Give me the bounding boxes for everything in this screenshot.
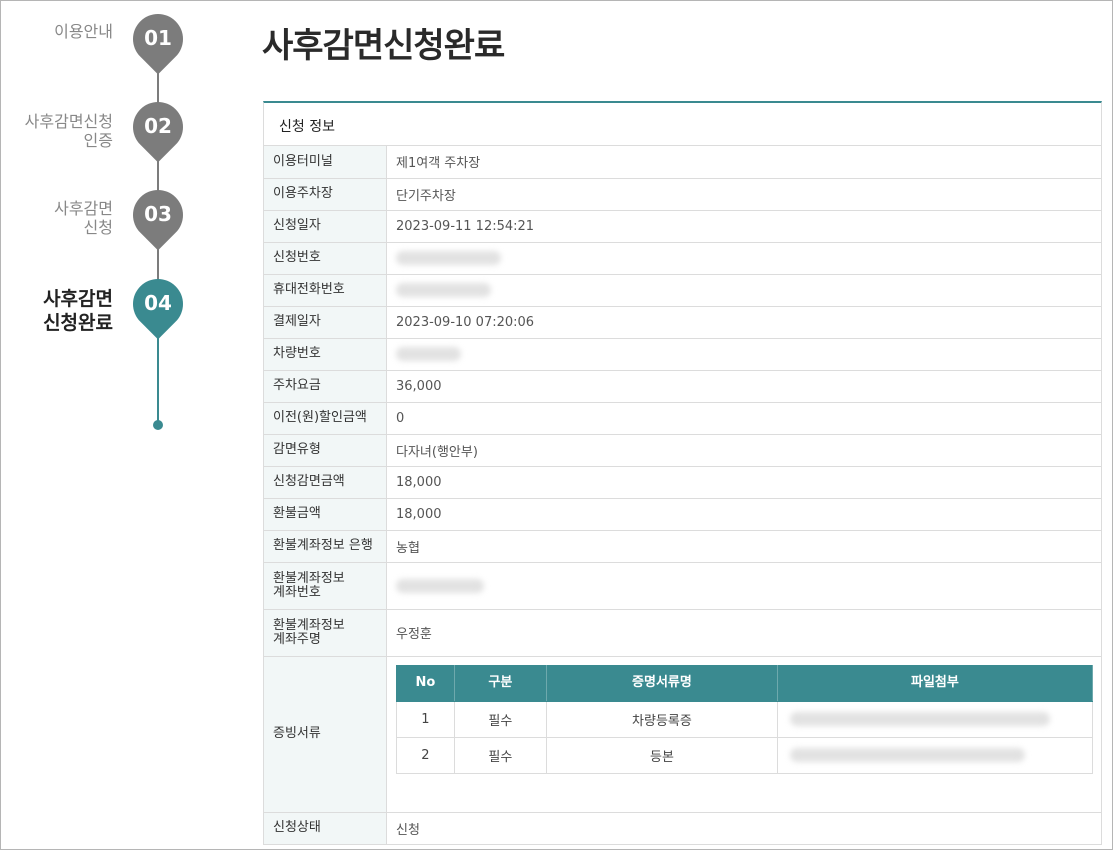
docs-header-row: No 구분 증명서류명 파일첨부 xyxy=(396,664,1094,702)
table-row: 결제일자 2023-09-10 07:20:06 xyxy=(264,306,1101,339)
field-label: 신청번호 xyxy=(264,242,387,275)
field-label: 이용주차장 xyxy=(264,178,387,211)
table-row: 환불계좌정보 계좌주명 우정훈 xyxy=(264,609,1101,657)
doc-no: 2 xyxy=(396,736,455,774)
redacted-account-number xyxy=(396,578,484,593)
doc-name: 등본 xyxy=(546,736,778,774)
field-label: 환불계좌정보 은행 xyxy=(264,530,387,563)
supporting-documents-table: No 구분 증명서류명 파일첨부 1 필수 차량등록증 2 필수 등본 xyxy=(396,664,1094,774)
table-row: 이전(원)할인금액 0 xyxy=(264,402,1101,435)
field-label: 결제일자 xyxy=(264,306,387,339)
column-header: No xyxy=(396,664,455,702)
table-row: 휴대전화번호 xyxy=(264,274,1101,307)
table-row: 환불계좌정보 은행 농협 xyxy=(264,530,1101,563)
field-label: 신청감면금액 xyxy=(264,466,387,499)
table-row: 신청번호 xyxy=(264,242,1101,275)
field-value: 2023-09-10 07:20:06 xyxy=(386,306,1101,339)
field-label: 감면유형 xyxy=(264,434,387,467)
field-label: 신청일자 xyxy=(264,210,387,243)
panel-title: 신청 정보 xyxy=(264,103,1101,146)
field-label: 환불계좌정보 계좌주명 xyxy=(264,609,387,657)
field-value: 제1여객 주차장 xyxy=(386,146,1101,179)
step-marker-1: 01 xyxy=(122,3,194,75)
step-marker-4: 04 xyxy=(122,268,194,340)
table-row: 환불금액 18,000 xyxy=(264,498,1101,531)
field-value: 2023-09-11 12:54:21 xyxy=(386,210,1101,243)
table-row: 차량번호 xyxy=(264,338,1101,371)
table-row: 증빙서류 No 구분 증명서류명 파일첨부 1 필수 차량등록증 2 필수 등본 xyxy=(264,656,1101,813)
field-label: 환불금액 xyxy=(264,498,387,531)
field-label: 주차요금 xyxy=(264,370,387,403)
field-value: 우정훈 xyxy=(386,609,1101,657)
doc-name: 차량등록증 xyxy=(546,700,778,738)
table-row: 이용터미널 제1여객 주차장 xyxy=(264,146,1101,179)
field-label: 신청상태 xyxy=(264,812,387,845)
step-number: 04 xyxy=(144,291,172,315)
doc-type: 필수 xyxy=(453,736,548,774)
field-value-redacted xyxy=(386,562,1101,610)
page-title: 사후감면신청완료 xyxy=(262,26,505,66)
field-label: 차량번호 xyxy=(264,338,387,371)
application-info-table: 이용터미널 제1여객 주차장 이용주차장 단기주차장 신청일자 2023-09-… xyxy=(264,146,1101,845)
field-value: 농협 xyxy=(386,530,1101,563)
field-value: 18,000 xyxy=(386,466,1101,499)
field-value: 36,000 xyxy=(386,370,1101,403)
table-row: 신청상태 신청 xyxy=(264,812,1101,845)
redacted-car-number xyxy=(396,347,461,361)
field-value: 신청 xyxy=(386,812,1101,845)
field-value: 단기주차장 xyxy=(386,178,1101,211)
table-row: 이용주차장 단기주차장 xyxy=(264,178,1101,211)
step-label-4: 사후감면 신청완료 xyxy=(43,288,113,334)
field-label: 휴대전화번호 xyxy=(264,274,387,307)
field-value: 다자녀(행안부) xyxy=(386,434,1101,467)
step-marker-2: 02 xyxy=(122,91,194,163)
step-progress: 이용안내 01 사후감면신청 인증 02 사후감면 신청 03 사후감면 신청완료 0… xyxy=(0,0,240,850)
field-value: 18,000 xyxy=(386,498,1101,531)
field-label: 이용터미널 xyxy=(264,146,387,179)
field-value-redacted xyxy=(386,274,1101,307)
table-row: 주차요금 36,000 xyxy=(264,370,1101,403)
table-row: 2 필수 등본 xyxy=(396,736,1094,774)
redacted-file-link[interactable] xyxy=(789,748,1025,762)
step-number: 02 xyxy=(144,114,172,138)
step-end-dot xyxy=(153,420,163,430)
redacted-apply-number xyxy=(396,251,501,265)
table-row: 신청일자 2023-09-11 12:54:21 xyxy=(264,210,1101,243)
doc-file xyxy=(776,700,1094,738)
doc-file xyxy=(776,736,1094,774)
field-label: 환불계좌정보 계좌번호 xyxy=(264,562,387,610)
step-number: 03 xyxy=(144,202,172,226)
step-number: 01 xyxy=(144,26,172,50)
table-row: 1 필수 차량등록증 xyxy=(396,700,1094,738)
step-label-1: 이용안내 xyxy=(54,22,113,41)
redacted-file-link[interactable] xyxy=(789,712,1050,726)
doc-type: 필수 xyxy=(453,700,548,738)
redacted-phone xyxy=(396,283,491,297)
table-row: 환불계좌정보 계좌번호 xyxy=(264,562,1101,610)
column-header: 증명서류명 xyxy=(546,664,778,702)
step-label-3: 사후감면 신청 xyxy=(54,199,113,237)
column-header: 파일첨부 xyxy=(776,664,1094,702)
table-row: 신청감면금액 18,000 xyxy=(264,466,1101,499)
field-label: 이전(원)할인금액 xyxy=(264,402,387,435)
step-marker-3: 03 xyxy=(122,179,194,251)
application-info-panel: 신청 정보 이용터미널 제1여객 주차장 이용주차장 단기주차장 신청일자 20… xyxy=(263,101,1102,845)
field-label: 증빙서류 xyxy=(264,656,387,813)
doc-no: 1 xyxy=(396,700,455,738)
step-label-2: 사후감면신청 인증 xyxy=(24,112,113,150)
column-header: 구분 xyxy=(453,664,548,702)
docs-cell: No 구분 증명서류명 파일첨부 1 필수 차량등록증 2 필수 등본 xyxy=(386,656,1101,813)
field-value-redacted xyxy=(386,242,1101,275)
field-value-redacted xyxy=(386,338,1101,371)
field-value: 0 xyxy=(386,402,1101,435)
table-row: 감면유형 다자녀(행안부) xyxy=(264,434,1101,467)
